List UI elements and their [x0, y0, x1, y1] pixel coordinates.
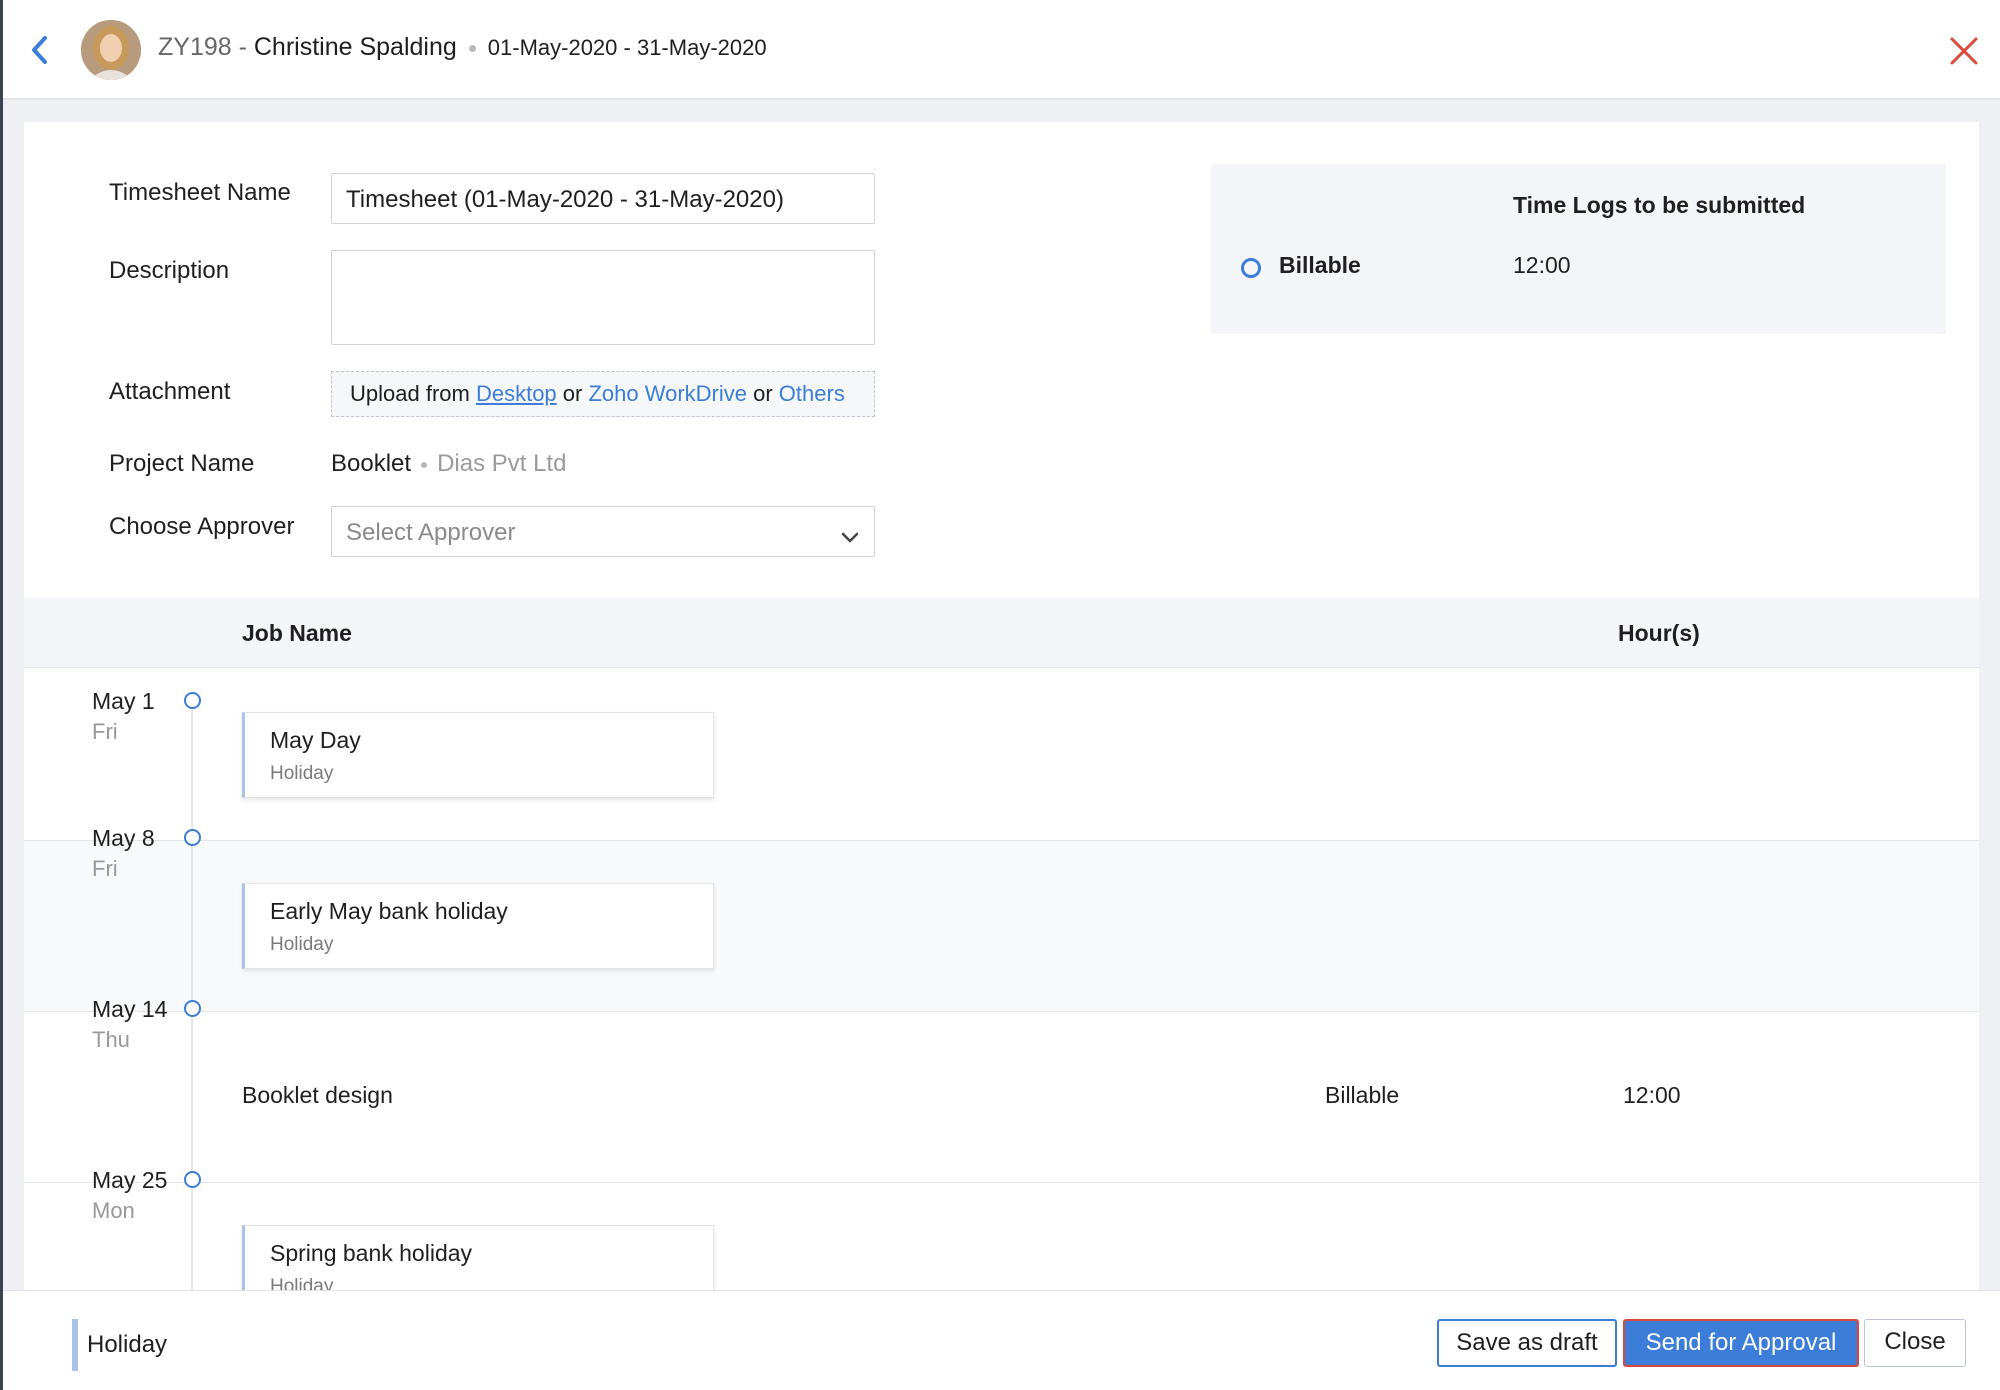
timesheet-form-panel: Timesheet Name Timesheet (01-May-2020 - … [24, 122, 1979, 1290]
billable-ring-icon [1241, 258, 1261, 278]
project-name-label: Project Name [109, 450, 255, 477]
summary-type-label: Billable [1279, 252, 1361, 278]
entry-day: Fri [92, 856, 118, 881]
col-hours: Hour(s) [1618, 620, 1700, 646]
entry-day: Thu [92, 1027, 130, 1052]
summary-type-value: 12:00 [1513, 252, 1571, 278]
job-billing-type: Billable [1325, 1082, 1400, 1108]
entry-date: May 8 [92, 825, 155, 851]
timeline-ring-icon [184, 1000, 201, 1017]
upload-prefix: Upload from [350, 381, 476, 406]
window-edge [0, 0, 3, 1390]
upload-desktop-link[interactable]: Desktop [476, 381, 557, 406]
job-hours: 12:00 [1623, 1082, 1681, 1108]
upload-or: or [556, 381, 589, 406]
holiday-type: Holiday [270, 1276, 334, 1290]
upload-others-link[interactable]: Others [779, 381, 845, 406]
approver-select[interactable]: Select Approver [331, 506, 875, 557]
timeline-line [191, 696, 193, 1290]
attachment-label: Attachment [109, 378, 231, 405]
job-name[interactable]: Booklet design [242, 1082, 393, 1109]
period-range: 01-May-2020 - 31-May-2020 [487, 35, 767, 60]
timesheet-name-label: Timesheet Name [109, 179, 291, 206]
entry-date: May 1 [92, 688, 155, 714]
summary-title: Time Logs to be submitted [1513, 192, 1806, 218]
approver-placeholder: Select Approver [346, 519, 516, 546]
time-logs-summary: Time Logs to be submitted Billable 12:00 [1211, 164, 1946, 334]
row-divider [24, 840, 1979, 841]
timesheet-name-input[interactable]: Timesheet (01-May-2020 - 31-May-2020) [331, 173, 875, 224]
timeline-ring-icon [184, 829, 201, 846]
entry-date: May 14 [92, 996, 168, 1022]
holiday-card[interactable]: May Day Holiday [242, 712, 714, 798]
project-name: Booklet [331, 450, 412, 477]
holiday-card[interactable]: Early May bank holiday Holiday [242, 883, 714, 969]
upload-workdrive-link[interactable]: Zoho WorkDrive [588, 381, 747, 406]
entry-date: May 25 [92, 1167, 168, 1193]
employee-heading: ZY198 - Christine Spalding 01-May-2020 - … [158, 33, 767, 62]
attachment-dropzone[interactable]: Upload from Desktop or Zoho WorkDrive or… [331, 371, 875, 417]
send-for-approval-button[interactable]: Send for Approval [1623, 1319, 1859, 1367]
avatar [81, 20, 141, 80]
back-arrow-icon[interactable] [25, 30, 55, 70]
description-label: Description [109, 257, 230, 284]
holiday-card[interactable]: Spring bank holiday Holiday [242, 1225, 714, 1290]
save-draft-button[interactable]: Save as draft [1437, 1319, 1617, 1367]
row-divider [24, 1182, 1979, 1183]
separator-dot [468, 44, 476, 52]
timeline-ring-icon [184, 692, 201, 709]
holiday-name: Spring bank holiday [270, 1240, 473, 1266]
upload-or: or [747, 381, 779, 406]
row-divider [24, 1011, 1979, 1012]
header-bar: ZY198 - Christine Spalding 01-May-2020 - … [3, 0, 2000, 100]
project-value: Booklet Dias Pvt Ltd [331, 450, 566, 478]
description-field[interactable] [331, 250, 875, 345]
project-client: Dias Pvt Ltd [437, 450, 567, 477]
close-icon[interactable] [1948, 35, 1980, 67]
entry-day: Fri [92, 719, 118, 744]
close-button[interactable]: Close [1864, 1319, 1966, 1367]
chevron-down-icon [840, 524, 860, 543]
entry-day: Mon [92, 1198, 135, 1223]
holiday-legend-label: Holiday [87, 1331, 168, 1358]
holiday-type: Holiday [270, 763, 334, 784]
holiday-name: May Day [270, 727, 361, 753]
holiday-type: Holiday [270, 934, 334, 955]
choose-approver-label: Choose Approver [109, 513, 295, 540]
timeline-ring-icon [184, 1171, 201, 1188]
employee-name: Christine Spalding [253, 33, 457, 61]
table-header: Job Name Hour(s) [24, 598, 1979, 668]
holiday-name: Early May bank holiday [270, 898, 508, 924]
employee-code: ZY198 - [158, 33, 254, 61]
footer-bar: Holiday Save as draft Send for Approval … [3, 1290, 2000, 1390]
col-job-name: Job Name [242, 620, 352, 646]
holiday-legend-marker [72, 1319, 78, 1371]
separator-dot [421, 461, 428, 468]
